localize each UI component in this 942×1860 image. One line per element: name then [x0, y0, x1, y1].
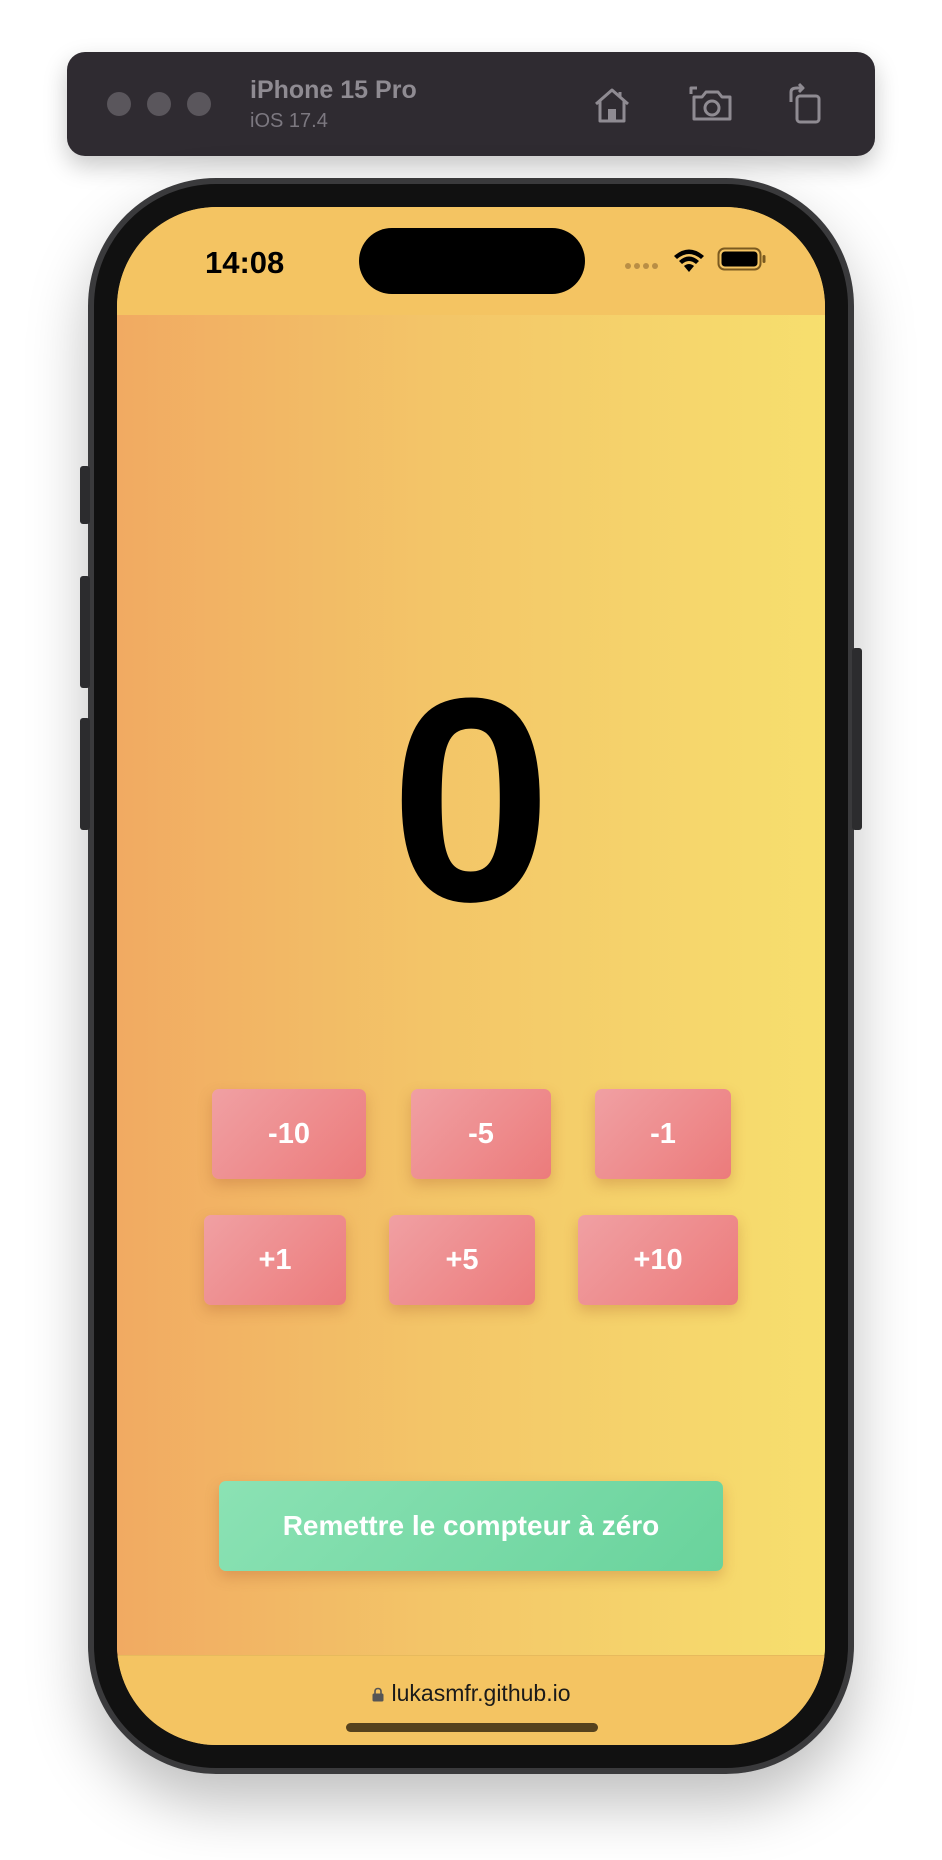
- home-icon[interactable]: [589, 82, 635, 128]
- decrement-5-button[interactable]: -5: [411, 1089, 551, 1179]
- simulator-toolbar: iPhone 15 Pro iOS 17.4: [67, 52, 875, 156]
- screenshot-camera-icon[interactable]: [689, 82, 735, 128]
- volume-down-button[interactable]: [80, 718, 90, 830]
- simulator-stage: iPhone 15 Pro iOS 17.4 14:08 0 -10 -5 -1…: [0, 0, 942, 1860]
- wifi-icon: [674, 249, 704, 272]
- battery-icon: [717, 247, 766, 271]
- address-text: lukasmfr.github.io: [391, 1680, 571, 1706]
- os-version: iOS 17.4: [250, 110, 328, 132]
- reset-counter-button[interactable]: Remettre le compteur à zéro: [219, 1481, 723, 1571]
- device-name: iPhone 15 Pro: [250, 76, 417, 104]
- window-zoom-button[interactable]: [187, 92, 211, 116]
- volume-up-button[interactable]: [80, 576, 90, 688]
- decrement-10-button[interactable]: -10: [212, 1089, 366, 1179]
- lock-icon: [372, 1687, 383, 1702]
- home-indicator[interactable]: [346, 1723, 598, 1732]
- increment-1-button[interactable]: +1: [204, 1215, 346, 1305]
- power-button[interactable]: [852, 648, 862, 830]
- dynamic-island: [359, 228, 585, 294]
- phone-screen: 14:08 0 -10 -5 -1 +1 +5 +10 Remettre le …: [117, 207, 825, 1745]
- window-close-button[interactable]: [107, 92, 131, 116]
- decrement-1-button[interactable]: -1: [595, 1089, 731, 1179]
- counter-value: 0: [390, 638, 552, 962]
- address-display[interactable]: lukasmfr.github.io: [117, 1680, 825, 1707]
- window-minimize-button[interactable]: [147, 92, 171, 116]
- status-time: 14:08: [205, 245, 285, 280]
- cellular-signal-icon: [625, 263, 661, 271]
- counter-page: 0 -10 -5 -1 +1 +5 +10 Remettre le compte…: [117, 315, 825, 1655]
- rotate-icon[interactable]: [783, 82, 829, 128]
- increment-5-button[interactable]: +5: [389, 1215, 535, 1305]
- status-bar: 14:08: [117, 207, 825, 315]
- increment-10-button[interactable]: +10: [578, 1215, 738, 1305]
- action-button[interactable]: [80, 466, 90, 524]
